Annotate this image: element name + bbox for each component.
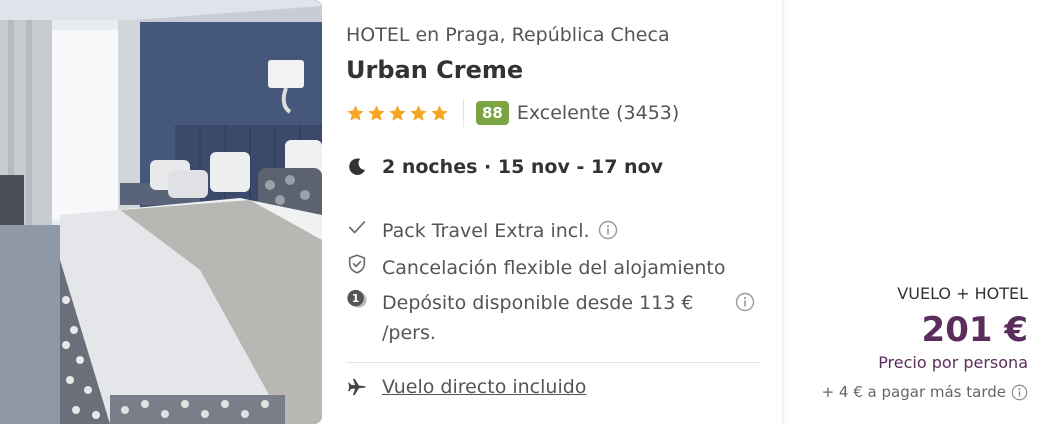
star-rating <box>346 104 449 123</box>
hotel-room-image <box>0 0 322 424</box>
price-panel: VUELO + HOTEL 201 € Precio por persona +… <box>782 0 1042 424</box>
deposit-coin-icon: 1 <box>347 289 367 308</box>
info-icon[interactable] <box>598 220 618 240</box>
check-icon <box>348 221 366 234</box>
nights-text: 2 noches · 15 nov - 17 nov <box>382 156 664 178</box>
star-icon <box>347 104 364 121</box>
feature-cancellation: Cancelación flexible del alojamiento <box>346 253 725 283</box>
feature-label: Pack Travel Extra incl. <box>382 220 590 242</box>
hotel-photo[interactable] <box>0 0 322 424</box>
price-amount[interactable]: 201 € <box>922 310 1028 350</box>
rating-text[interactable]: Excelente (3453) <box>517 102 679 124</box>
feature-label: Depósito disponible desde 113 € /pers. <box>382 292 694 344</box>
rating-divider <box>463 99 464 127</box>
pay-later-text: + 4 € a pagar más tarde <box>821 383 1006 401</box>
rating-row: 88 Excelente (3453) <box>346 98 679 128</box>
star-icon <box>368 104 385 121</box>
score-badge: 88 <box>476 101 509 125</box>
hotel-location: HOTEL en Praga, República Checa <box>346 24 670 46</box>
hotel-name[interactable]: Urban Creme <box>346 56 523 84</box>
feature-deposit: 1 Depósito disponible desde 113 € /pers. <box>346 288 722 348</box>
hotel-info: HOTEL en Praga, República Checa Urban Cr… <box>346 0 762 424</box>
direct-flight-link[interactable]: Vuelo directo incluido <box>382 376 586 398</box>
feature-label: Cancelación flexible del alojamiento <box>382 257 726 279</box>
svg-text:1: 1 <box>352 292 360 305</box>
star-icon <box>431 104 448 121</box>
stay-dates: 2 noches · 15 nov - 17 nov <box>346 156 663 178</box>
feature-pack-travel: Pack Travel Extra incl. <box>346 216 618 246</box>
flight-row: Vuelo directo incluido <box>346 376 586 398</box>
star-icon <box>389 104 406 121</box>
plane-icon <box>348 378 366 396</box>
pack-type-label: VUELO + HOTEL <box>897 284 1028 303</box>
moon-icon <box>349 158 366 175</box>
divider <box>346 362 760 363</box>
price-per-person-label: Precio por persona <box>878 353 1028 372</box>
pay-later-note: + 4 € a pagar más tarde <box>822 383 1028 401</box>
star-icon <box>410 104 427 121</box>
hotel-result-card[interactable]: HOTEL en Praga, República Checa Urban Cr… <box>0 0 1042 424</box>
info-icon[interactable] <box>735 292 755 312</box>
info-icon[interactable] <box>1011 384 1028 401</box>
shield-icon <box>348 254 366 274</box>
